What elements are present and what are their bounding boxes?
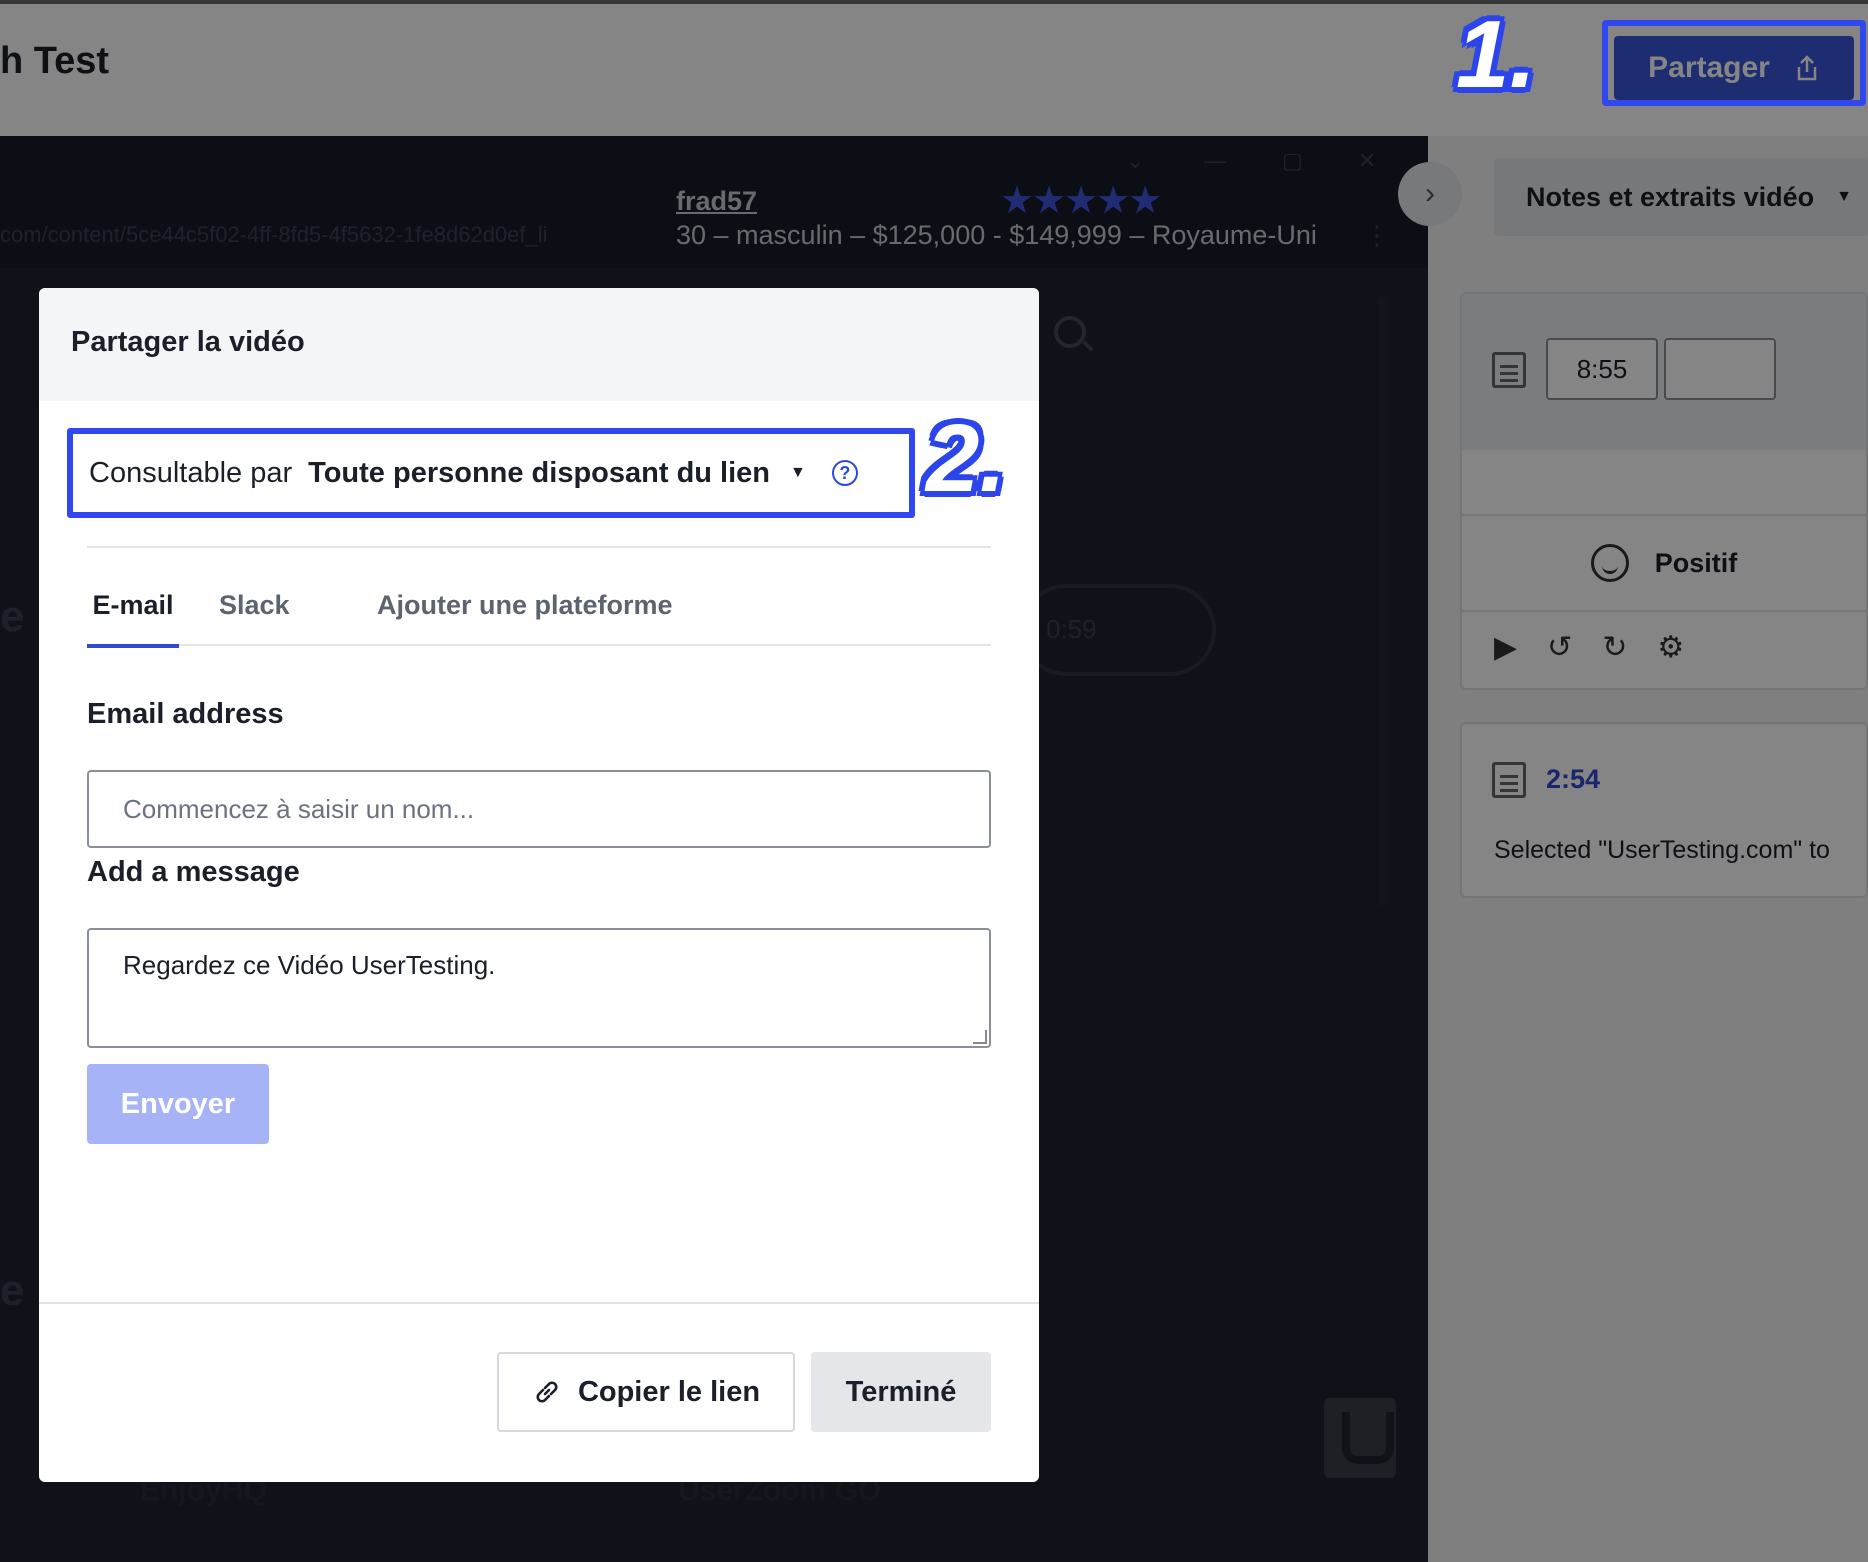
tab-slack[interactable]: Slack (219, 584, 290, 646)
resize-handle-icon[interactable] (973, 1030, 987, 1044)
share-video-modal: Partager la vidéo Consultable par Toute … (39, 288, 1039, 1482)
viewable-by-value: Toute personne disposant du lien (308, 456, 771, 489)
tab-add-platform[interactable]: Ajouter une plateforme (377, 584, 673, 646)
caret-down-icon: ▼ (790, 464, 806, 481)
annotation-highlight-share (1602, 20, 1866, 106)
message-label: Add a message (87, 856, 300, 888)
link-icon (536, 1381, 558, 1403)
divider (87, 546, 991, 548)
message-textarea[interactable]: Regardez ce Vidéo UserTesting. (87, 928, 991, 1048)
modal-title: Partager la vidéo (71, 326, 305, 358)
viewable-by-dropdown[interactable]: Consultable par Toute personne disposant… (67, 428, 915, 518)
done-button[interactable]: Terminé (811, 1352, 991, 1432)
divider (39, 1302, 1039, 1304)
modal-header: Partager la vidéo (39, 288, 1039, 401)
email-input[interactable] (87, 770, 991, 848)
send-button[interactable]: Envoyer (87, 1064, 269, 1144)
annotation-step-2: 2. (926, 405, 1007, 512)
annotation-step-1: 1. (1456, 1, 1537, 108)
tab-email[interactable]: E-mail (87, 584, 179, 648)
email-label: Email address (87, 698, 284, 730)
viewable-by-label: Consultable par (89, 456, 293, 489)
help-icon[interactable]: ? (831, 460, 858, 486)
share-tabs: E-mail Slack Ajouter une plateforme (87, 584, 991, 648)
copy-link-label: Copier le lien (577, 1375, 761, 1408)
copy-link-button[interactable]: Copier le lien (497, 1352, 795, 1432)
